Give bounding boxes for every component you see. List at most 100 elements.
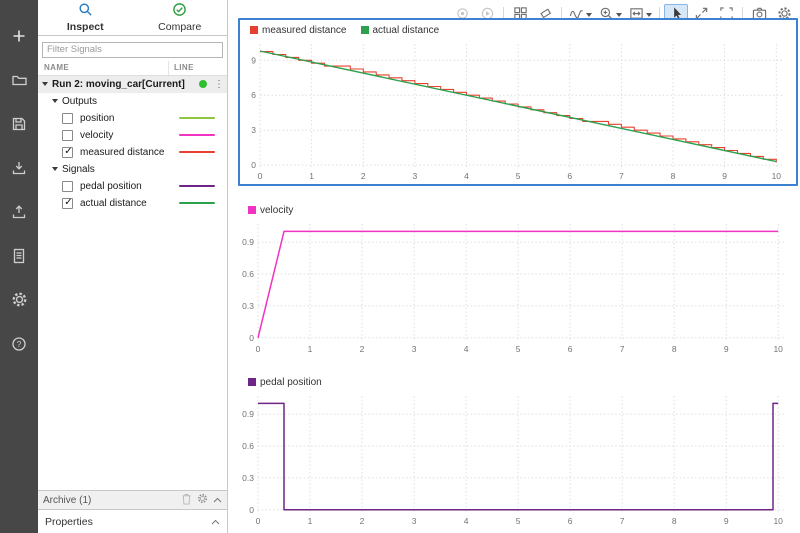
group-row-outports[interactable]: Outputs: [38, 93, 227, 110]
signal-checkbox[interactable]: [62, 113, 73, 124]
line-color-swatch: [179, 202, 215, 204]
line-color-swatch: [179, 151, 215, 153]
inspect-panel: Inspect Compare NAME LINE Run 2: moving_…: [38, 0, 228, 533]
svg-text:5: 5: [516, 344, 521, 354]
open-button[interactable]: [8, 70, 30, 92]
report-button[interactable]: [8, 246, 30, 268]
signal-checkbox[interactable]: [62, 181, 73, 192]
panel-tabs: Inspect Compare: [38, 0, 227, 36]
signal-checkbox[interactable]: [62, 198, 73, 209]
chevron-down-icon[interactable]: [42, 82, 48, 86]
export-button[interactable]: [8, 202, 30, 224]
properties-label: Properties: [45, 516, 93, 528]
group-label: Outputs: [62, 96, 97, 107]
gear-icon: [11, 291, 28, 311]
signal-checkbox[interactable]: [62, 130, 73, 141]
svg-text:3: 3: [251, 125, 256, 135]
signal-label: measured distance: [80, 147, 165, 158]
group-row-signals[interactable]: Signals: [38, 161, 227, 178]
chart-canvas: 0123456789100369: [240, 40, 796, 184]
svg-text:2: 2: [360, 344, 365, 354]
signal-row-pedal-position[interactable]: pedal position: [38, 178, 227, 195]
archive-bar[interactable]: Archive (1): [38, 490, 227, 509]
overflow-menu-icon[interactable]: ⋮: [214, 79, 224, 90]
simulation-data-inspector: ? Inspect Compare NAME LINE Run 2: movin…: [0, 0, 800, 533]
check-circle-icon: [172, 2, 187, 20]
signal-row-measured-distance[interactable]: measured distance: [38, 144, 227, 161]
svg-text:7: 7: [620, 344, 625, 354]
caret-down-icon: [616, 13, 622, 17]
signal-row-velocity[interactable]: velocity: [38, 127, 227, 144]
legend: pedal position: [238, 372, 798, 392]
group-label: Signals: [62, 164, 95, 175]
svg-text:0: 0: [258, 171, 263, 181]
signal-row-position[interactable]: position: [38, 110, 227, 127]
document-icon: [11, 248, 27, 267]
column-line: LINE: [174, 63, 194, 72]
caret-down-icon: [646, 13, 652, 17]
tab-label: Inspect: [67, 21, 104, 33]
properties-bar[interactable]: Properties: [38, 509, 227, 533]
chevron-down-icon[interactable]: [52, 167, 58, 171]
signal-label: pedal position: [80, 181, 142, 192]
plot-panel-pedal-position[interactable]: pedal position 01234567891000.30.60.9: [238, 372, 798, 529]
legend-label: actual distance: [373, 25, 440, 36]
run-row[interactable]: Run 2: moving_car[Current] ⋮: [38, 76, 227, 93]
legend-item: measured distance: [250, 25, 347, 36]
plus-icon: [11, 28, 27, 47]
collapse-up-icon[interactable]: [211, 516, 220, 528]
app-toolbar: ?: [0, 0, 38, 533]
save-button[interactable]: [8, 114, 30, 136]
legend-item: actual distance: [361, 25, 440, 36]
legend-item: pedal position: [248, 377, 322, 388]
svg-text:8: 8: [671, 171, 676, 181]
search-icon: [78, 2, 93, 20]
add-button[interactable]: [8, 26, 30, 48]
tab-compare[interactable]: Compare: [133, 0, 228, 35]
svg-text:1: 1: [308, 516, 313, 526]
svg-text:9: 9: [724, 344, 729, 354]
trash-icon[interactable]: [181, 493, 192, 508]
svg-text:0.9: 0.9: [242, 237, 254, 247]
help-button[interactable]: ?: [8, 334, 30, 356]
signal-checkbox[interactable]: [62, 147, 73, 158]
column-name: NAME: [44, 63, 69, 72]
legend-swatch: [248, 206, 256, 214]
tab-inspect[interactable]: Inspect: [38, 0, 133, 35]
svg-text:9: 9: [724, 516, 729, 526]
svg-text:0.9: 0.9: [242, 409, 254, 419]
export-icon: [11, 204, 27, 223]
svg-text:8: 8: [672, 344, 677, 354]
legend: measured distance actual distance: [240, 20, 796, 40]
svg-text:0.3: 0.3: [242, 301, 254, 311]
preferences-button[interactable]: [8, 290, 30, 312]
svg-text:10: 10: [773, 516, 783, 526]
legend-label: pedal position: [260, 377, 322, 388]
svg-text:3: 3: [412, 516, 417, 526]
svg-text:9: 9: [722, 171, 727, 181]
archive-settings-icon[interactable]: [197, 493, 208, 507]
svg-text:2: 2: [361, 171, 366, 181]
svg-text:3: 3: [412, 344, 417, 354]
svg-text:6: 6: [567, 171, 572, 181]
legend-swatch: [250, 26, 258, 34]
plot-panel-distance[interactable]: measured distance actual distance 012345…: [238, 18, 798, 186]
chevron-down-icon[interactable]: [52, 99, 58, 103]
svg-text:0: 0: [256, 344, 261, 354]
signal-label: actual distance: [80, 198, 147, 209]
signal-row-actual-distance[interactable]: actual distance: [38, 195, 227, 212]
column-headers: NAME LINE: [38, 61, 227, 76]
svg-text:0.6: 0.6: [242, 441, 254, 451]
question-icon: ?: [11, 336, 27, 355]
legend-label: velocity: [260, 205, 293, 216]
caret-down-icon: [586, 13, 592, 17]
plot-panel-velocity[interactable]: velocity 01234567891000.30.60.9: [238, 200, 798, 357]
run-label: Run 2: moving_car[Current]: [52, 79, 185, 90]
collapse-up-icon[interactable]: [213, 495, 222, 506]
svg-text:6: 6: [568, 344, 573, 354]
filter-signals-input[interactable]: [42, 42, 223, 58]
svg-text:8: 8: [672, 516, 677, 526]
line-color-swatch: [179, 117, 215, 119]
import-button[interactable]: [8, 158, 30, 180]
tab-label: Compare: [158, 21, 201, 33]
